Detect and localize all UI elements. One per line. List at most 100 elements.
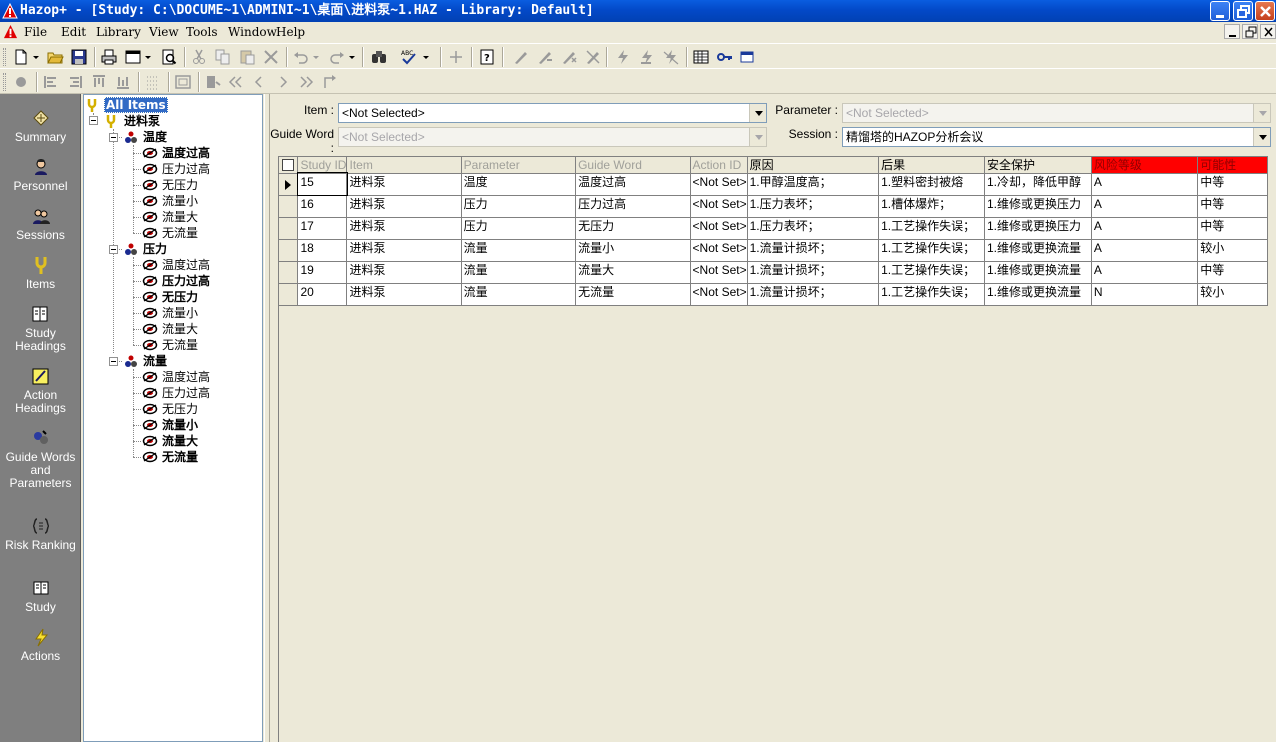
menu-view[interactable]: View xyxy=(149,25,179,39)
table-row[interactable]: 19 进料泵 流量 流量大 <Not Set> 1.流量计损坏； 1.工艺操作失误； 1.维修… xyxy=(279,261,1268,284)
delete-icon[interactable] xyxy=(262,48,280,66)
mdi-restore-button[interactable] xyxy=(1242,24,1258,39)
mdi-minimize-button[interactable] xyxy=(1224,24,1240,39)
sidebar-item-action-headings[interactable]: Action Headings xyxy=(0,366,81,415)
table-cell[interactable]: <Not Set> xyxy=(690,195,748,218)
table-cell[interactable]: 1.工艺操作失误； xyxy=(878,261,985,284)
tree-parameter-node[interactable]: 温度 xyxy=(143,129,167,145)
last-record-icon[interactable] xyxy=(298,73,316,91)
sidebar-item-sessions[interactable]: Sessions xyxy=(0,206,81,242)
table-cell[interactable]: 1.压力表坏； xyxy=(747,195,880,218)
toolbar-grip-2[interactable] xyxy=(3,73,6,91)
parameter-filter-select[interactable]: <Not Selected> xyxy=(842,103,1271,123)
table-cell[interactable]: 流量 xyxy=(461,239,577,262)
table-cell[interactable]: 进料泵 xyxy=(346,283,462,306)
sidebar-item-risk-ranking[interactable]: Risk Ranking xyxy=(0,516,81,552)
tree-guide-word-node[interactable]: 无压力 xyxy=(162,177,198,193)
tree-guide-word-node[interactable]: 无流量 xyxy=(162,225,198,241)
column-header[interactable]: Item xyxy=(346,157,462,174)
find-binoculars-icon[interactable] xyxy=(370,48,388,66)
goto-record-icon[interactable] xyxy=(320,73,338,91)
grid-dots-icon[interactable] xyxy=(144,73,162,91)
tree-guide-word-node[interactable]: 无流量 xyxy=(162,337,198,353)
table-cell[interactable]: 流量大 xyxy=(575,261,691,284)
table-cell[interactable]: 1.工艺操作失误； xyxy=(878,283,985,306)
table-cell[interactable]: <Not Set> xyxy=(690,283,748,306)
layout-dropdown-icon[interactable] xyxy=(144,48,152,66)
table-cell[interactable]: A xyxy=(1091,239,1199,262)
column-header[interactable]: Guide Word xyxy=(575,157,691,174)
table-cell[interactable]: <Not Set> xyxy=(690,173,748,196)
table-cell[interactable]: 1.工艺操作失误； xyxy=(878,239,985,262)
tree-guide-word-node[interactable]: 流量大 xyxy=(162,321,198,337)
table-cell[interactable]: 1.流量计损坏； xyxy=(747,261,880,284)
print-preview-icon[interactable] xyxy=(160,48,178,66)
next-record-icon[interactable] xyxy=(274,73,292,91)
table-cell[interactable]: 无流量 xyxy=(575,283,691,306)
table-cell[interactable]: 1.维修或更换压力 xyxy=(984,195,1092,218)
action-tool-2-icon[interactable] xyxy=(536,48,554,66)
table-cell[interactable]: <Not Set> xyxy=(690,261,748,284)
table-cell[interactable]: A xyxy=(1091,195,1199,218)
column-header[interactable]: 后果 xyxy=(878,157,985,174)
row-selector[interactable] xyxy=(279,261,299,284)
table-cell[interactable]: 1.维修或更换流量 xyxy=(984,283,1092,306)
table-cell[interactable]: 1.流量计损坏； xyxy=(747,239,880,262)
table-cell[interactable]: 较小 xyxy=(1197,239,1268,262)
tree-guide-word-node[interactable]: 温度过高 xyxy=(162,145,210,161)
tree-guide-word-node[interactable]: 流量小 xyxy=(162,193,198,209)
table-cell[interactable]: 1.工艺操作失误； xyxy=(878,217,985,240)
tree-guide-word-node[interactable]: 压力过高 xyxy=(162,385,210,401)
sidebar-item-summary[interactable]: Summary xyxy=(0,108,81,144)
undo-dropdown-icon[interactable] xyxy=(312,48,320,66)
column-header[interactable]: 可能性 xyxy=(1197,157,1268,174)
table-cell[interactable]: 中等 xyxy=(1197,173,1268,196)
tree-expander-group[interactable] xyxy=(109,133,118,142)
table-row[interactable]: 20 进料泵 流量 无流量 <Not Set> 1.流量计损坏； 1.工艺操作失误； 1.维修… xyxy=(279,283,1268,306)
table-cell[interactable]: 1.甲醇温度高； xyxy=(747,173,880,196)
undo-icon[interactable] xyxy=(292,48,310,66)
tree-guide-word-node[interactable]: 流量大 xyxy=(162,209,198,225)
tree-parameter-node[interactable]: 压力 xyxy=(143,241,167,257)
table-row[interactable]: 18 进料泵 流量 流量小 <Not Set> 1.流量计损坏； 1.工艺操作失误； 1.维修… xyxy=(279,239,1268,262)
previous-record-icon[interactable] xyxy=(250,73,268,91)
align-right-icon[interactable] xyxy=(66,73,84,91)
table-row[interactable]: 15 进料泵 温度 温度过高 <Not Set> 1.甲醇温度高； 1.塑料密封被熔 1.冷却… xyxy=(279,172,1268,196)
table-cell[interactable]: 16 xyxy=(297,195,348,218)
table-cell[interactable]: 进料泵 xyxy=(346,261,462,284)
table-cell[interactable]: <Not Set> xyxy=(690,217,748,240)
tree-guide-word-node[interactable]: 流量小 xyxy=(162,305,198,321)
spell-check-icon[interactable]: ABC xyxy=(400,48,418,66)
table-cell[interactable]: 1.维修或更换流量 xyxy=(984,239,1092,262)
record-pointer-icon[interactable] xyxy=(204,73,222,91)
table-cell[interactable]: 温度 xyxy=(461,173,577,196)
table-cell[interactable]: 无压力 xyxy=(575,217,691,240)
tree-guide-word-node[interactable]: 无流量 xyxy=(162,449,198,465)
tree-guide-word-node[interactable]: 无压力 xyxy=(162,401,198,417)
help-icon[interactable]: ? xyxy=(478,48,496,66)
tree-parameter-node[interactable]: 流量 xyxy=(143,353,167,369)
align-top-icon[interactable] xyxy=(90,73,108,91)
sidebar-item-study[interactable]: Study xyxy=(0,578,81,614)
table-cell[interactable]: 进料泵 xyxy=(346,217,462,240)
sidebar-item-study-headings[interactable]: Study Headings xyxy=(0,304,81,353)
menu-edit[interactable]: Edit xyxy=(61,25,86,39)
copy-icon[interactable] xyxy=(214,48,232,66)
table-row[interactable]: 16 进料泵 压力 压力过高 <Not Set> 1.压力表坏； 1.槽体爆炸； 1.维修或更… xyxy=(279,195,1268,218)
table-cell[interactable]: 压力过高 xyxy=(575,195,691,218)
menu-window[interactable]: Window xyxy=(228,25,277,39)
tree-guide-word-node[interactable]: 温度过高 xyxy=(162,257,210,273)
table-cell[interactable]: 流量 xyxy=(461,261,577,284)
table-cell[interactable]: 较小 xyxy=(1197,283,1268,306)
table-cell[interactable]: 15 xyxy=(296,172,348,196)
close-button[interactable] xyxy=(1255,1,1275,21)
tree-guide-word-node[interactable]: 流量大 xyxy=(162,433,198,449)
table-cell[interactable]: 中等 xyxy=(1197,195,1268,218)
tree-expander-item[interactable] xyxy=(89,116,98,125)
table-cell[interactable]: A xyxy=(1091,217,1199,240)
table-cell[interactable]: 1.流量计损坏； xyxy=(747,283,880,306)
frame-icon[interactable] xyxy=(174,73,192,91)
new-file-icon[interactable] xyxy=(12,48,30,66)
table-cell[interactable]: <Not Set> xyxy=(690,239,748,262)
table-cell[interactable]: 压力 xyxy=(461,195,577,218)
